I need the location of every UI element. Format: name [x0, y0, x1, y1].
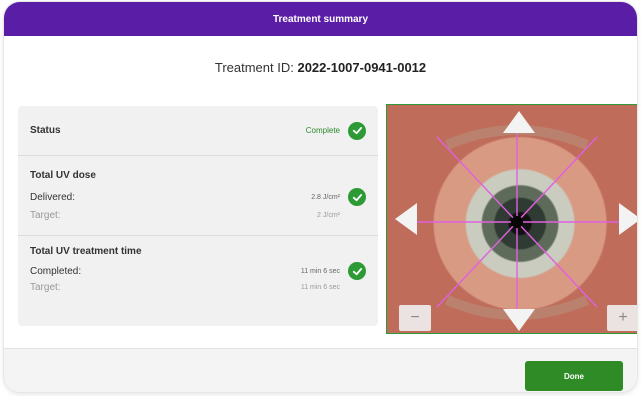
- uv-time-label: Total UV treatment time: [30, 246, 142, 257]
- time-completed-label: Completed:: [30, 265, 82, 277]
- zoom-in-button[interactable]: +: [607, 305, 637, 331]
- move-left-arrow-icon[interactable]: [395, 203, 417, 235]
- time-target-value: 11 min 6 sec: [300, 284, 340, 291]
- treatment-id: Treatment ID: 2022-1007-0941-0012: [4, 60, 637, 75]
- treatment-summary-dialog: Treatment summary Treatment ID: 2022-100…: [4, 2, 637, 392]
- zoom-out-button[interactable]: −: [399, 305, 431, 331]
- check-icon: [348, 188, 366, 206]
- dose-target-label: Target:: [30, 210, 61, 221]
- time-completed-value: 11 min 6 sec: [300, 267, 340, 275]
- dialog-footer: Done: [4, 348, 637, 392]
- check-icon: [348, 262, 366, 280]
- move-down-arrow-icon[interactable]: [503, 309, 535, 331]
- check-icon: [348, 121, 366, 140]
- dose-delivered-value: 2.8 J/cm²: [311, 193, 340, 201]
- time-target-label: Target:: [30, 282, 61, 293]
- status-row: Status Complete: [18, 106, 378, 156]
- move-right-arrow-icon[interactable]: [619, 203, 637, 235]
- treatment-id-value: 2022-1007-0941-0012: [297, 60, 427, 75]
- dialog-title: Treatment summary: [4, 2, 637, 36]
- uv-dose-section: Total UV dose Delivered: 2.8 J/cm² Targe…: [18, 156, 378, 236]
- dose-target-value: 2 J/cm²: [317, 212, 340, 219]
- dose-delivered-label: Delivered:: [30, 191, 76, 203]
- done-button[interactable]: Done: [525, 361, 623, 391]
- status-value: Complete: [305, 126, 340, 135]
- treatment-id-label: Treatment ID:: [214, 60, 294, 75]
- alignment-overlay: [413, 125, 619, 320]
- uv-dose-label: Total UV dose: [30, 170, 96, 181]
- uv-time-section: Total UV treatment time Completed: 11 mi…: [18, 236, 378, 326]
- status-label: Status: [30, 125, 61, 136]
- eye-camera-view[interactable]: − +: [386, 104, 637, 334]
- move-up-arrow-icon[interactable]: [503, 111, 535, 133]
- summary-panel: Status Complete Total UV dose Delivered:…: [18, 106, 378, 326]
